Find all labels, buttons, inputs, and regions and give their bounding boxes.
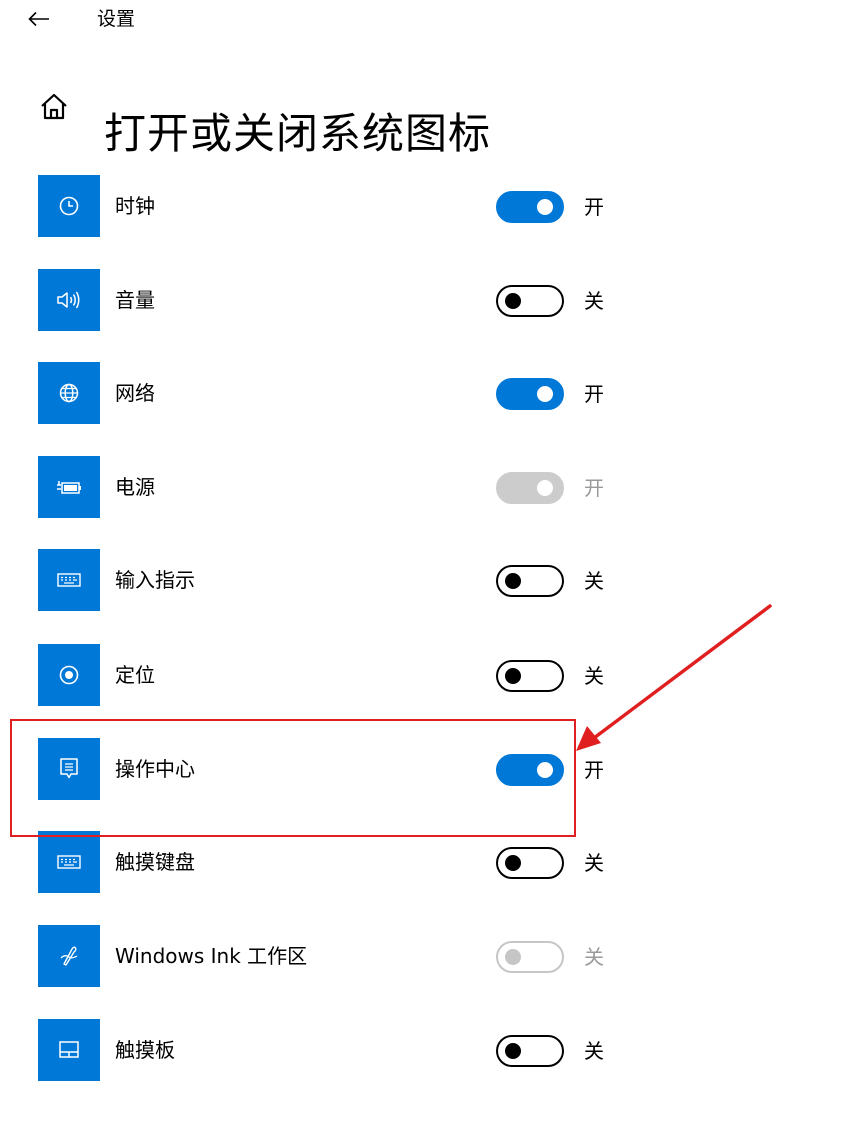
settings-row-input-indicator: 输入指示 关 [0, 549, 848, 611]
settings-row-windows-ink: Windows Ink 工作区 关 [0, 925, 848, 987]
clock-icon [59, 196, 79, 216]
globe-icon [59, 383, 79, 403]
toggle-state-text: 开 [584, 476, 604, 500]
row-label: 操作中心 [115, 757, 195, 781]
toggle-knob [505, 1043, 521, 1059]
keyboard-icon [57, 855, 81, 869]
network-tile [38, 362, 100, 424]
back-button[interactable] [22, 2, 56, 36]
touchpad-icon [59, 1041, 79, 1058]
settings-row-network: 网络 开 [0, 362, 848, 424]
settings-row-power: 电源 开 [0, 456, 848, 518]
toggle-knob [505, 573, 521, 589]
row-label: 时钟 [115, 194, 155, 218]
settings-row-location: 定位 关 [0, 644, 848, 706]
touch-keyboard-tile [38, 831, 100, 893]
settings-row-volume: 音量 关 [0, 269, 848, 331]
toggle-knob [505, 949, 521, 965]
toggle-knob [505, 293, 521, 309]
toggle-state-text: 关 [584, 851, 604, 875]
toggle-knob [505, 668, 521, 684]
location-tile [38, 644, 100, 706]
toggle-knob [505, 855, 521, 871]
row-label: 触摸键盘 [115, 850, 195, 874]
volume-tile [38, 269, 100, 331]
app-title: 设置 [97, 8, 136, 30]
back-arrow-icon [28, 11, 49, 27]
volume-toggle[interactable] [496, 285, 564, 317]
toggle-knob [537, 762, 553, 778]
toggle-state-text: 开 [584, 758, 604, 782]
page-title: 打开或关闭系统图标 [104, 109, 492, 159]
row-label: 定位 [115, 663, 155, 687]
toggle-knob [537, 199, 553, 215]
pen-icon [60, 946, 78, 966]
input-indicator-toggle[interactable] [496, 565, 564, 597]
settings-row-touchpad: 触摸板 关 [0, 1019, 848, 1081]
row-label: 电源 [115, 475, 155, 499]
title-bar: 设置 [0, 0, 848, 40]
touch-keyboard-toggle[interactable] [496, 847, 564, 879]
action-center-icon [60, 758, 78, 779]
row-label: 触摸板 [115, 1038, 175, 1062]
volume-icon [57, 291, 80, 309]
keyboard-icon [57, 573, 81, 587]
clock-tile [38, 175, 100, 237]
input-indicator-tile [38, 549, 100, 611]
toggle-knob [537, 480, 553, 496]
settings-row-touch-keyboard: 触摸键盘 关 [0, 831, 848, 893]
row-label: Windows Ink 工作区 [115, 944, 308, 968]
location-toggle[interactable] [496, 660, 564, 692]
network-toggle[interactable] [496, 378, 564, 410]
touchpad-tile [38, 1019, 100, 1081]
action-center-toggle[interactable] [496, 754, 564, 786]
toggle-knob [537, 386, 553, 402]
toggle-state-text: 关 [584, 289, 604, 313]
touchpad-toggle[interactable] [496, 1035, 564, 1067]
windows-ink-tile [38, 925, 100, 987]
row-label: 音量 [115, 288, 155, 312]
toggle-state-text: 开 [584, 382, 604, 406]
toggle-state-text: 关 [584, 1039, 604, 1063]
home-icon[interactable] [37, 90, 71, 124]
settings-row-action-center: 操作中心 开 [0, 738, 848, 800]
location-icon [59, 665, 79, 685]
toggle-state-text: 开 [584, 195, 604, 219]
toggle-state-text: 关 [584, 945, 604, 969]
settings-row-clock: 时钟 开 [0, 175, 848, 237]
battery-icon [57, 481, 81, 494]
power-tile [38, 456, 100, 518]
toggle-state-text: 关 [584, 664, 604, 688]
clock-toggle[interactable] [496, 191, 564, 223]
action-center-tile [38, 738, 100, 800]
windows-ink-toggle [496, 941, 564, 973]
power-toggle [496, 472, 564, 504]
row-label: 输入指示 [115, 568, 195, 592]
toggle-state-text: 关 [584, 569, 604, 593]
row-label: 网络 [115, 381, 155, 405]
